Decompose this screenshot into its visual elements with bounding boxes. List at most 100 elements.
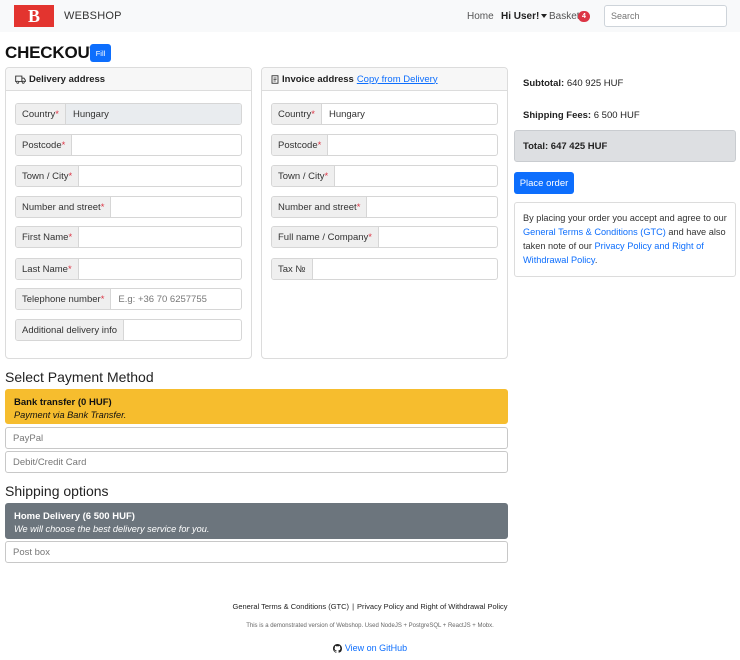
label-text: Country — [22, 108, 56, 120]
invoice-postcode-field[interactable] — [328, 135, 497, 155]
invoice-country-group: Country * Hungary — [271, 103, 498, 125]
required-mark: * — [324, 170, 329, 182]
subtotal-value: 640 925 HUF — [566, 78, 624, 89]
shipping-option-subtitle: We will choose the best delivery service… — [14, 524, 210, 534]
delivery-street-field[interactable] — [111, 197, 241, 217]
logo-letter: B — [27, 6, 40, 26]
required-mark: * — [356, 201, 361, 213]
delivery-card-title: Delivery address — [29, 73, 106, 85]
github-link[interactable]: View on GitHub — [0, 643, 740, 653]
delivery-first-name-field[interactable] — [79, 227, 241, 247]
delivery-town-field[interactable] — [79, 166, 241, 186]
nav-home-link[interactable]: Home — [467, 11, 494, 22]
navbar: B WEBSHOP Home Hi User! Basket 4 — [0, 0, 740, 32]
label-text: Postcode — [22, 139, 62, 151]
payment-option-title: Bank transfer (0 HUF) — [14, 397, 112, 408]
delivery-postcode-group: Postcode * — [15, 134, 242, 156]
label-text: Last Name — [22, 263, 68, 275]
delivery-last-name-label: Last Name * — [16, 259, 79, 279]
delivery-phone-label: Telephone number * — [16, 289, 112, 309]
shipping-option-title: Home Delivery (6 500 HUF) — [14, 511, 135, 522]
delivery-phone-field[interactable]: E.g: +36 70 6257755 — [111, 289, 241, 309]
invoice-card-title: Invoice address — [282, 73, 354, 85]
page-title: CHECKOUT — [5, 43, 100, 62]
copy-from-delivery-link[interactable]: Copy from Delivery — [357, 74, 438, 85]
payment-option-bank-transfer[interactable]: Bank transfer (0 HUF) Payment via Bank T… — [5, 389, 508, 424]
label-text: Number and street — [278, 201, 357, 213]
subtotal-label: Subtotal: — [523, 78, 565, 89]
brand-logo[interactable]: B — [14, 5, 54, 27]
user-menu-dropdown[interactable]: Hi User! — [501, 11, 548, 22]
shipping-fee-label: Shipping Fees: — [523, 110, 592, 121]
required-mark: * — [68, 231, 73, 243]
invoice-street-field[interactable] — [367, 197, 497, 217]
footer-separator: | — [352, 602, 355, 611]
shipping-option-post-box[interactable]: Post box — [5, 541, 508, 563]
label-text: Telephone number — [22, 293, 101, 305]
invoice-tax-field[interactable] — [313, 259, 497, 279]
invoice-card-header: Invoice address Copy from Delivery — [262, 68, 507, 91]
delivery-country-field: Hungary — [65, 104, 241, 124]
brand-name[interactable]: WEBSHOP — [64, 10, 122, 22]
payment-option-paypal[interactable]: PayPal — [5, 427, 508, 449]
basket-count-badge: 4 — [578, 11, 590, 22]
delivery-phone-group: Telephone number * E.g: +36 70 6257755 — [15, 288, 242, 310]
delivery-postcode-label: Postcode * — [16, 135, 73, 155]
invoice-full-name-field[interactable] — [379, 227, 497, 247]
delivery-street-group: Number and street * — [15, 196, 242, 218]
delivery-first-name-label: First Name * — [16, 227, 80, 247]
gtc-link[interactable]: General Terms & Conditions (GTC) — [523, 227, 666, 237]
label-text: First Name — [22, 231, 69, 243]
terms-notice: By placing your order you accept and agr… — [514, 202, 736, 277]
invoice-postcode-group: Postcode * — [271, 134, 498, 156]
invoice-street-label: Number and street * — [272, 197, 368, 217]
footer-gtc-link[interactable]: General Terms & Conditions (GTC) — [232, 602, 349, 611]
shipping-fee-value: 6 500 HUF — [593, 110, 640, 121]
invoice-street-group: Number and street * — [271, 196, 498, 218]
search-input[interactable] — [604, 5, 727, 27]
delivery-additional-field[interactable] — [124, 320, 241, 340]
required-mark: * — [317, 139, 322, 151]
payment-option-card[interactable]: Debit/Credit Card — [5, 451, 508, 473]
delivery-street-label: Number and street * — [16, 197, 112, 217]
invoice-tax-label: Tax № — [272, 259, 313, 279]
invoice-full-name-group: Full name / Company * — [271, 226, 498, 248]
subtotal-line: Subtotal: 640 925 HUF — [523, 78, 623, 89]
delivery-additional-label: Additional delivery info — [16, 320, 125, 340]
payment-method-title: Select Payment Method — [5, 369, 154, 385]
label-text: Town / City — [22, 170, 69, 182]
user-menu-label: Hi User! — [501, 11, 540, 22]
label-text: Number and street — [22, 201, 101, 213]
required-mark: * — [311, 108, 315, 120]
required-mark: * — [100, 293, 105, 305]
required-mark: * — [68, 170, 73, 182]
footer-privacy-link[interactable]: Privacy Policy and Right of Withdrawal P… — [357, 602, 507, 611]
delivery-last-name-group: Last Name * — [15, 258, 242, 280]
invoice-tax-group: Tax № — [271, 258, 498, 280]
invoice-postcode-label: Postcode * — [272, 135, 329, 155]
place-order-button[interactable]: Place order — [514, 172, 574, 194]
invoice-country-field[interactable]: Hungary — [322, 104, 497, 124]
fill-button[interactable]: Fill — [90, 44, 111, 62]
caret-down-icon — [541, 14, 548, 19]
shipping-option-home-delivery[interactable]: Home Delivery (6 500 HUF) We will choose… — [5, 503, 508, 539]
terms-text: . — [594, 255, 598, 265]
required-mark: * — [368, 231, 372, 243]
invoice-town-group: Town / City * — [271, 165, 498, 187]
required-mark: * — [67, 263, 72, 275]
github-link-label: View on GitHub — [344, 643, 408, 653]
delivery-card-header: Delivery address — [6, 68, 251, 91]
delivery-last-name-field[interactable] — [79, 259, 241, 279]
invoice-town-field[interactable] — [335, 166, 497, 186]
delivery-postcode-field[interactable] — [72, 135, 241, 155]
nav-basket-link[interactable]: Basket — [549, 11, 580, 22]
delivery-additional-group: Additional delivery info — [15, 319, 242, 341]
shipping-options-title: Shipping options — [5, 483, 109, 499]
footer-note: This is a demonstrated version of Websho… — [246, 623, 494, 629]
label-text: Town / City — [278, 170, 325, 182]
payment-option-subtitle: Payment via Bank Transfer. — [14, 410, 127, 420]
delivery-country-group: Country * Hungary — [15, 103, 242, 125]
shipping-fee-line: Shipping Fees: 6 500 HUF — [523, 110, 640, 121]
order-total: Total: 647 425 HUF — [514, 130, 736, 162]
required-mark: * — [61, 139, 66, 151]
